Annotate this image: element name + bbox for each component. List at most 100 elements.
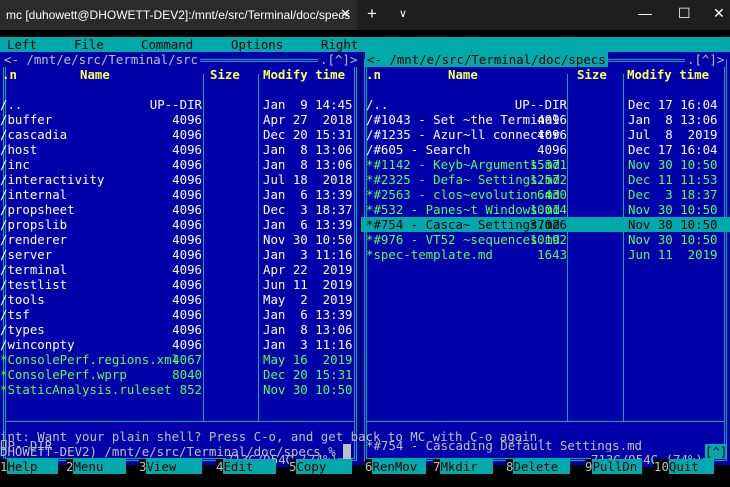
minimize-button[interactable]: — (638, 5, 652, 21)
file-name: /.. (0, 97, 23, 112)
right-col-mtime[interactable]: Modify time (627, 67, 709, 82)
right-col-size[interactable]: Size (577, 67, 607, 82)
new-tab-button[interactable]: + (367, 4, 377, 24)
file-size: 4096 (172, 217, 202, 232)
left-row[interactable]: /tools 4096 May 2 2019 (0, 292, 360, 307)
file-name: *ConsolePerf.regions.xml (0, 352, 180, 367)
fkey-edit[interactable]: 4Edit (216, 459, 276, 474)
right-panel[interactable]: <- /mnt/e/src/Terminal/doc/specs .[^]> .… (361, 52, 730, 467)
left-row[interactable]: /cascadia 4096 Dec 20 15:31 (0, 127, 360, 142)
left-row[interactable]: /buffer 4096 Apr 27 2018 (0, 112, 360, 127)
tab-close-icon[interactable]: ✕ (340, 6, 351, 22)
fkey-number: 10 (654, 459, 669, 474)
right-row[interactable]: *spec-template.md 1643 Jun 11 2019 (361, 247, 730, 262)
right-row[interactable]: *#1142 - Keyb~Arguments.md 15371 Nov 30 10… (361, 157, 730, 172)
right-row[interactable]: /#1235 - Azur~ll connector 4096 Jul 8 2019 (361, 127, 730, 142)
left-row[interactable]: *ConsolePerf.regions.xml 4067 May 16 2019 (0, 352, 360, 367)
left-row[interactable]: /propslib 4096 Jan 6 13:39 (0, 217, 360, 232)
fkey-label: Copy (296, 459, 352, 474)
file-size: 4096 (172, 157, 202, 172)
right-col-name[interactable]: Name (448, 67, 478, 82)
left-col-size[interactable]: Size (210, 67, 240, 82)
fkey-label: Menu (73, 459, 126, 474)
fkey-number: 5 (289, 459, 297, 474)
left-row[interactable]: /testlist 4096 Jun 11 2019 (0, 277, 360, 292)
left-row[interactable]: /.. UP--DIR Jan 9 14:45 (0, 97, 360, 112)
fkey-delete[interactable]: 8Delete (506, 459, 570, 474)
right-row[interactable]: *#976 - VT52 ~sequences.md 10192 Nov 30 10… (361, 232, 730, 247)
left-panel-path: <- /mnt/e/src/Terminal/src (2, 52, 200, 67)
terminal[interactable]: Left File Command Options Right <- /mnt/… (0, 37, 730, 487)
file-mtime: Nov 30 10:50 (628, 157, 718, 172)
left-row[interactable]: /internal 4096 Jan 6 13:39 (0, 187, 360, 202)
right-col-n: .n (366, 67, 381, 82)
right-panel-corner[interactable]: .[^]> (685, 52, 727, 67)
left-row[interactable]: /tsf 4096 Jan 6 13:39 (0, 307, 360, 322)
prompt-text: DHOWETT-DEV2) /mnt/e/src/Terminal/doc/sp… (0, 444, 344, 459)
left-row[interactable]: /types 4096 Jan 8 13:06 (0, 322, 360, 337)
fkey-number: 1 (0, 459, 8, 474)
file-name: /cascadia (0, 127, 68, 142)
fkey-pulldn[interactable]: 9PullDn (585, 459, 642, 474)
prompt-corner-button[interactable]: [^] (705, 444, 728, 459)
menu-file[interactable]: File (74, 37, 104, 52)
left-row[interactable]: /inc 4096 Jan 8 13:06 (0, 157, 360, 172)
fkey-mkdir[interactable]: 7Mkdir (433, 459, 493, 474)
left-row[interactable]: /server 4096 Jan 3 11:16 (0, 247, 360, 262)
left-row[interactable]: /propsheet 4096 Dec 3 18:37 (0, 202, 360, 217)
fkey-copy[interactable]: 5Copy (289, 459, 352, 474)
file-size: 4096 (172, 247, 202, 262)
tab-dropdown-icon[interactable]: ∨ (399, 7, 407, 20)
file-mtime: Jun 11 2019 (628, 247, 718, 262)
menu-options[interactable]: Options (231, 37, 283, 52)
right-row[interactable]: *#2325 - Defa~ Settings.md 12572 Dec 11 11… (361, 172, 730, 187)
mc-menu-bar: Left File Command Options Right (0, 37, 730, 52)
file-mtime: Dec 20 15:31 (263, 367, 353, 382)
maximize-button[interactable]: ☐ (678, 5, 691, 22)
fkey-quit[interactable]: 10Quit (654, 459, 714, 474)
terminal-tab[interactable]: mc [duhowett@DHOWETT-DEV2]:/mnt/e/src/Te… (0, 0, 357, 30)
file-size: 15371 (529, 157, 567, 172)
right-row[interactable]: /.. UP--DIR Dec 17 16:04 (361, 97, 730, 112)
close-window-button[interactable]: ✕ (713, 5, 725, 22)
file-size: 4096 (172, 187, 202, 202)
file-mtime: Apr 27 2018 (263, 112, 353, 127)
left-panel-corner[interactable]: .[^]> (318, 52, 360, 67)
file-size: 6430 (537, 187, 567, 202)
file-mtime: May 2 2019 (263, 292, 353, 307)
left-row[interactable]: /winconpty 4096 Jan 3 11:16 (0, 337, 360, 352)
fkey-menu[interactable]: 2Menu (66, 459, 126, 474)
left-row[interactable]: /renderer 4096 Nov 30 10:50 (0, 232, 360, 247)
right-row[interactable]: *#532 - Panes~t Windows.md 10014 Nov 30 10… (361, 202, 730, 217)
file-mtime: Nov 30 10:50 (628, 202, 718, 217)
file-mtime: Jan 8 13:06 (263, 157, 353, 172)
right-row[interactable]: *#2563 - clos~evolution.md 6430 Dec 3 18:3… (361, 187, 730, 202)
file-mtime: Jul 8 2019 (628, 127, 718, 142)
menu-right[interactable]: Right (321, 37, 358, 52)
right-row[interactable]: /#605 - Search 4096 Dec 17 16:04 (361, 142, 730, 157)
fkey-help[interactable]: 1Help (0, 459, 58, 474)
fkey-label: RenMov (372, 459, 426, 474)
right-row[interactable]: /#1043 - Set ~the Terminal 4096 Jan 8 13:0… (361, 112, 730, 127)
right-row[interactable]: *#754 - Casca~ Settings.md 37026 Nov 30 10… (361, 217, 730, 232)
left-row[interactable]: *StaticAnalysis.ruleset 852 Nov 30 10:50 (0, 382, 360, 397)
file-size: 10014 (529, 202, 567, 217)
shell-prompt[interactable]: DHOWETT-DEV2) /mnt/e/src/Terminal/doc/sp… (0, 444, 730, 459)
left-row[interactable]: *ConsolePerf.wprp 8040 Dec 20 15:31 (0, 367, 360, 382)
left-row[interactable]: /terminal 4096 Apr 22 2019 (0, 262, 360, 277)
menu-left[interactable]: Left (7, 37, 37, 52)
fkey-renmov[interactable]: 6RenMov (365, 459, 426, 474)
left-col-name[interactable]: Name (80, 67, 110, 82)
file-name: /host (0, 142, 38, 157)
left-panel[interactable]: <- /mnt/e/src/Terminal/src .[^]> .n Name… (0, 52, 360, 467)
file-name: /winconpty (0, 337, 75, 352)
cursor: _ (343, 444, 351, 459)
fkey-view[interactable]: 3View (139, 459, 202, 474)
left-row[interactable]: /host 4096 Jan 8 13:06 (0, 142, 360, 157)
file-name: *StaticAnalysis.ruleset (0, 382, 172, 397)
file-mtime: Apr 22 2019 (263, 262, 353, 277)
left-col-mtime[interactable]: Modify time (263, 67, 345, 82)
fkey-label: Help (7, 459, 58, 474)
menu-command[interactable]: Command (141, 37, 193, 52)
left-row[interactable]: /interactivity 4096 Jul 18 2018 (0, 172, 360, 187)
